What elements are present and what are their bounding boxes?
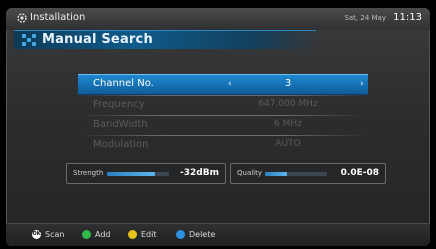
menu-item-value: 6 MHz [274, 119, 302, 129]
clock: Sat, 24 May 11:13 [344, 12, 422, 23]
add-key-label: Add [95, 230, 111, 239]
quality-meter: Quality 0.0E-08 [230, 163, 386, 184]
settings-menu: Channel No. ‹ 3 › Frequency 647.000 MHz … [78, 74, 368, 155]
delete-key-label: Delete [189, 230, 216, 239]
yellow-button-icon [128, 230, 137, 239]
arrow-right-icon[interactable]: › [360, 79, 364, 89]
menu-item-channel-no[interactable]: Channel No. ‹ 3 › [78, 74, 368, 95]
quality-label: Quality [237, 169, 263, 177]
blue-button-icon [176, 230, 185, 239]
menu-item-value: 3 [284, 78, 292, 89]
top-bar: Installation Sat, 24 May 11:13 [6, 8, 430, 30]
strength-value: -32dBm [180, 168, 219, 178]
menu-item-modulation: Modulation AUTO [78, 136, 368, 155]
header-decoration-icon [22, 34, 38, 46]
menu-item-bandwidth: BandWidth 6 MHz [78, 116, 368, 135]
gear-icon [17, 13, 27, 23]
edit-key-label: Edit [141, 230, 157, 239]
scan-key-label: Scan [45, 230, 65, 239]
menu-item-value: AUTO [275, 139, 301, 149]
green-button-icon [82, 230, 91, 239]
strength-bar-fill [107, 172, 156, 176]
menu-item-frequency: Frequency 647.000 MHz [78, 96, 368, 115]
strength-label: Strength [73, 169, 104, 177]
page-header: Manual Search [14, 30, 316, 49]
strength-meter: Strength -32dBm [66, 163, 226, 184]
arrow-left-icon[interactable]: ‹ [228, 79, 232, 89]
ok-button-icon: OK [32, 230, 41, 239]
footer-key-bar: OK Scan Add Edit Delete [6, 223, 430, 246]
quality-bar-fill [265, 172, 288, 176]
quality-value: 0.0E-08 [340, 168, 379, 178]
scan-key[interactable]: OK Scan [32, 230, 64, 239]
app-title: Installation [30, 12, 86, 23]
menu-item-label: BandWidth [93, 119, 148, 130]
edit-key[interactable]: Edit [128, 230, 157, 239]
quality-bar [265, 172, 327, 176]
delete-key[interactable]: Delete [176, 230, 215, 239]
clock-date: Sat, 24 May [344, 14, 386, 22]
menu-item-value: 647.000 MHz [258, 99, 318, 109]
page-title: Manual Search [42, 32, 153, 47]
strength-bar [107, 172, 169, 176]
tv-screen: Installation Sat, 24 May 11:13 Manual Se… [6, 8, 430, 246]
menu-item-label: Frequency [93, 99, 145, 110]
clock-time: 11:13 [393, 12, 422, 23]
menu-item-label: Channel No. [93, 78, 154, 89]
add-key[interactable]: Add [82, 230, 111, 239]
menu-item-label: Modulation [93, 139, 149, 150]
